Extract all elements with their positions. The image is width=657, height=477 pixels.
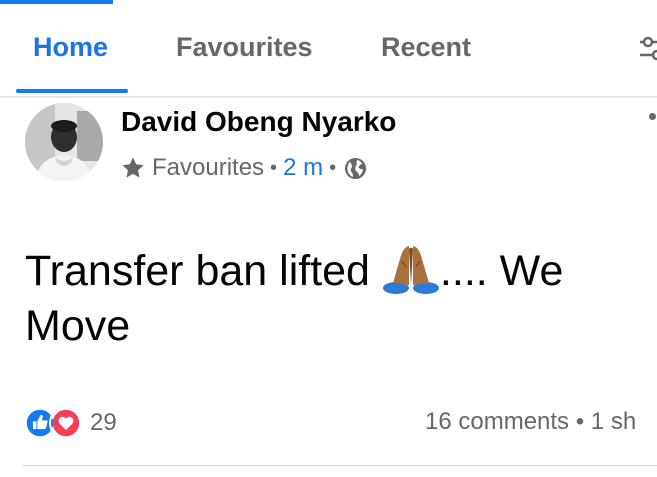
star-icon — [122, 157, 144, 178]
reaction-summary[interactable]: 29 — [23, 405, 117, 441]
active-tab-underline — [16, 89, 128, 93]
avatar-photo — [25, 103, 103, 181]
reaction-count: 29 — [90, 409, 117, 436]
post-divider — [23, 465, 657, 466]
folded-hands-icon — [382, 246, 439, 294]
filter-icon[interactable] — [640, 36, 657, 62]
meta-separator: • — [329, 156, 337, 179]
post-audience[interactable]: Favourites — [152, 154, 264, 182]
comments-shares-link[interactable]: 16 comments • 1 sh — [425, 408, 636, 436]
love-icon — [49, 406, 83, 440]
post-text: Transfer ban lifted .... We Move — [25, 243, 645, 354]
top-indicator — [0, 0, 113, 4]
feed-tab-bar: Home Favourites Recent — [0, 0, 657, 98]
post-time[interactable]: 2 m — [283, 154, 323, 182]
meta-separator: • — [270, 156, 278, 179]
post-author-name[interactable]: David Obeng Nyarko — [121, 106, 396, 138]
post-meta: Favourites • 2 m • — [121, 152, 367, 184]
post-text-start: Transfer ban lifted — [25, 247, 382, 295]
news-feed-screen: Home Favourites Recent David Obeng Nyark… — [0, 0, 657, 477]
tab-favourites[interactable]: Favourites — [176, 32, 313, 63]
more-options-icon[interactable] — [649, 113, 656, 120]
tab-home[interactable]: Home — [33, 32, 108, 63]
globe-icon — [345, 157, 367, 179]
tab-recent[interactable]: Recent — [381, 32, 471, 63]
author-avatar[interactable] — [25, 103, 103, 181]
